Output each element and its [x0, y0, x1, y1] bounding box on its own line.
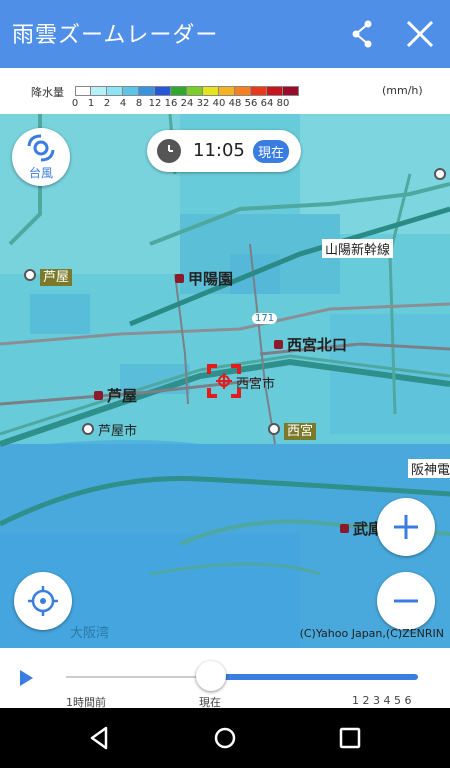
legend-swatch [267, 86, 283, 96]
legend-tick: 0 [71, 98, 79, 109]
legend-tick: 56 [244, 98, 258, 109]
station-koyoen[interactable]: 甲陽園 [175, 268, 233, 289]
minus-icon [394, 599, 418, 603]
city-label: 芦屋市 [98, 424, 138, 439]
city-ashiyashi[interactable]: 芦屋市 [82, 420, 137, 439]
legend-swatch [251, 86, 267, 96]
legend-swatch [75, 86, 91, 96]
station-icon [274, 340, 283, 349]
city-marker-icon [24, 269, 36, 281]
station-label: 西宮北口 [287, 336, 348, 354]
legend-unit: (mm/h) [382, 84, 423, 97]
system-nav-bar [0, 708, 450, 768]
timeline-track-future[interactable] [212, 674, 418, 680]
station-icon [94, 391, 103, 400]
typhoon-label: 台風 [28, 166, 53, 180]
play-icon[interactable] [20, 670, 33, 686]
locate-icon [28, 586, 58, 616]
close-icon[interactable] [400, 14, 440, 54]
legend-swatch [219, 86, 235, 96]
city-nishinomiyashi: 西宮市 [236, 377, 276, 392]
current-time: 11:05 [193, 140, 245, 161]
legend-ticks: 0 1 2 4 8 12 16 24 32 40 48 56 64 80 [72, 98, 372, 112]
legend-swatch [187, 86, 203, 96]
precip-legend: 降水量 0 1 2 4 8 12 16 24 32 40 48 56 64 80 (mm/h) [0, 68, 450, 114]
legend-swatch [91, 86, 107, 96]
home-icon[interactable] [213, 726, 237, 750]
station-label: 甲陽園 [188, 270, 234, 288]
legend-label: 降水量 [31, 86, 64, 99]
city-ashiya-tag[interactable]: 芦屋 [24, 266, 73, 286]
plus-icon [394, 515, 418, 539]
station-icon [340, 524, 349, 533]
station-label: 芦屋 [107, 387, 138, 405]
legend-tick: 24 [180, 98, 194, 109]
legend-color-bar [75, 86, 299, 96]
clock-icon [157, 139, 181, 163]
legend-tick: 12 [148, 98, 162, 109]
legend-swatch [235, 86, 251, 96]
timeline-bar: 1時間前 現在 1 2 3 4 5 6 [0, 648, 450, 709]
legend-tick: 40 [212, 98, 226, 109]
route-171-badge: 171 [252, 313, 278, 324]
rail-label-sanyo-shinkansen: 山陽新幹線 [322, 239, 394, 258]
legend-swatch [123, 86, 139, 96]
legend-tick: 32 [196, 98, 210, 109]
recents-icon[interactable] [338, 726, 362, 750]
typhoon-button[interactable]: 台風 [12, 128, 70, 186]
city-tag-label: 西宮 [284, 423, 317, 440]
legend-tick: 4 [119, 98, 127, 109]
rail-label-hanshin: 阪神電 [408, 459, 450, 478]
legend-tick: 16 [164, 98, 178, 109]
current-location-button[interactable] [14, 572, 72, 630]
timeline-track-past[interactable] [66, 676, 212, 678]
back-icon[interactable] [88, 726, 112, 750]
city-tag-label: 芦屋 [40, 269, 73, 286]
zoom-in-button[interactable] [377, 498, 435, 556]
city-nishinomiya-tag[interactable]: 西宮 [268, 420, 317, 440]
typhoon-icon [27, 134, 55, 162]
legend-tick: 80 [276, 98, 290, 109]
app-bar: 雨雲ズームレーダー [0, 0, 450, 68]
legend-swatch [171, 86, 187, 96]
map-credit: (C)Yahoo Japan,(C)ZENRIN [299, 627, 444, 640]
legend-tick: 2 [103, 98, 111, 109]
legend-swatch [203, 86, 219, 96]
city-marker-icon [268, 423, 280, 435]
station-icon [175, 274, 184, 283]
app-title: 雨雲ズームレーダー [12, 23, 219, 48]
now-badge: 現在 [253, 140, 290, 163]
zoom-out-button[interactable] [377, 572, 435, 630]
station-ashiya[interactable]: 芦屋 [94, 385, 137, 406]
legend-tick: 8 [135, 98, 143, 109]
timeline-label-future: 1 2 3 4 5 6 [352, 694, 412, 707]
legend-swatch [155, 86, 171, 96]
bay-label: 大阪湾 [70, 626, 110, 641]
radar-map[interactable]: 甲陽園 芦屋 芦屋 芦屋市 西宮北口 西宮市 西宮 山陽新幹線 阪神電 武庫 1… [0, 114, 450, 648]
legend-tick: 48 [228, 98, 242, 109]
share-icon[interactable] [342, 14, 382, 54]
crosshair-icon [207, 364, 241, 398]
time-indicator[interactable]: 11:05 現在 [147, 130, 301, 172]
legend-tick: 64 [260, 98, 274, 109]
station-nishinomiya-kitaguchi[interactable]: 西宮北口 [274, 334, 347, 355]
legend-swatch [107, 86, 123, 96]
city-marker-icon [82, 423, 94, 435]
legend-swatch [283, 86, 299, 96]
legend-swatch [139, 86, 155, 96]
timeline-slider-knob[interactable] [196, 661, 226, 691]
legend-tick: 1 [87, 98, 95, 109]
